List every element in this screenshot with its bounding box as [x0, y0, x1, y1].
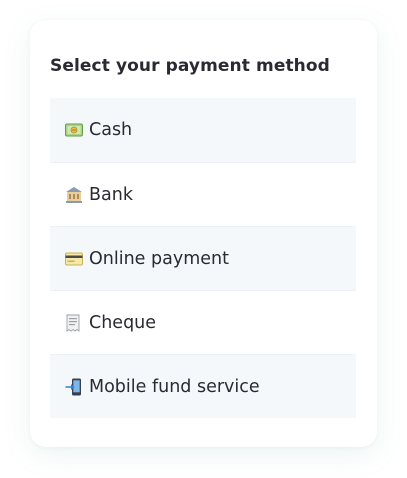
option-label: Mobile fund service — [89, 376, 260, 397]
payment-method-card: Select your payment method Cash Bank Onl… — [30, 20, 377, 447]
option-cheque[interactable]: Cheque — [50, 290, 356, 354]
option-mobile-fund-service[interactable]: Mobile fund service — [50, 354, 356, 418]
option-label: Cheque — [89, 312, 157, 333]
option-online-payment[interactable]: Online payment — [50, 226, 356, 290]
option-cash[interactable]: Cash — [50, 98, 356, 162]
option-label: Online payment — [89, 248, 229, 269]
mobile-arrow-icon — [65, 377, 85, 397]
cash-icon — [65, 120, 85, 140]
credit-card-icon — [65, 249, 85, 269]
option-bank[interactable]: Bank — [50, 162, 356, 226]
payment-options-list: Cash Bank Online payment Cheque Mobile f… — [50, 98, 356, 418]
payment-method-title: Select your payment method — [50, 56, 330, 76]
option-label: Bank — [89, 184, 133, 205]
option-label: Cash — [89, 120, 133, 140]
receipt-icon — [65, 313, 85, 333]
bank-icon — [65, 185, 85, 205]
